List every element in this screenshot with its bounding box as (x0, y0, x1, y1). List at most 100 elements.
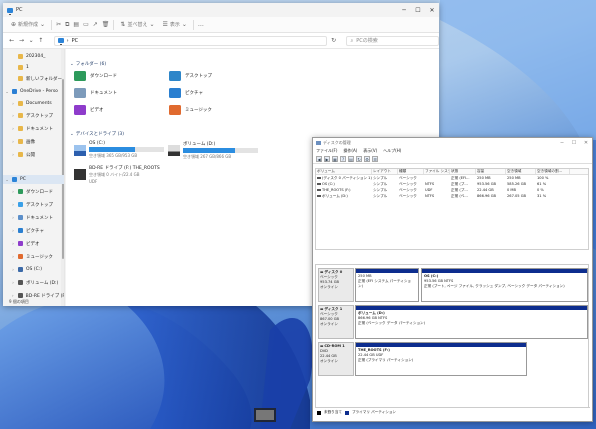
explorer-tab[interactable]: PC (7, 7, 23, 15)
disk-label[interactable]: ▬ ディスク 0 ベーシック 953.74 GB オンライン (318, 268, 354, 302)
folder-item[interactable]: ダウンロード (74, 69, 169, 83)
address-bar[interactable]: › PC (53, 35, 327, 46)
maximize-button[interactable]: ☐ (568, 140, 580, 146)
sidebar-item[interactable]: › ドキュメント (3, 124, 64, 133)
folder-item[interactable]: ミュージック (169, 103, 264, 117)
recent-chevron-icon[interactable]: ⌄ (28, 37, 34, 44)
folder-item[interactable]: デスクトップ (169, 69, 264, 83)
sidebar-item[interactable]: ⌄ PC (3, 175, 64, 184)
folder-item[interactable]: ドキュメント (74, 86, 169, 100)
column-header[interactable]: 種類 (398, 169, 424, 174)
chevron-right-icon[interactable]: › (11, 126, 15, 131)
minimize-button[interactable]: ─ (556, 140, 568, 146)
sidebar-item[interactable]: › デスクトップ (3, 111, 64, 120)
chevron-right-icon[interactable]: › (11, 139, 15, 144)
drives-section-header[interactable]: ⌄ デバイスとドライブ (3) (70, 131, 124, 138)
disk-row[interactable]: ▬ ディスク 0 ベーシック 953.74 GB オンライン 250 MB 正常 (EFI … (318, 268, 588, 302)
sidebar-item[interactable]: › 公開 (3, 150, 64, 159)
sidebar-item[interactable]: › OS (C:) (3, 265, 64, 274)
chevron-down-icon[interactable]: ⌄ (5, 177, 9, 182)
new-button[interactable]: ⊕ 新規作成 ⌄ (9, 19, 47, 30)
maximize-button[interactable]: ☐ (411, 3, 425, 17)
chevron-right-icon[interactable]: › (11, 280, 15, 285)
sidebar-item-label: デスクトップ (26, 113, 53, 119)
folder-item[interactable]: ピクチャ (169, 86, 264, 100)
close-button[interactable]: ✕ (425, 3, 439, 17)
column-header[interactable]: ボリューム (316, 169, 372, 174)
column-header[interactable]: ファイル システム (424, 169, 450, 174)
up-arrow-icon[interactable]: ↑ (38, 37, 44, 44)
sidebar-item[interactable]: 1 (3, 63, 64, 72)
search-input[interactable]: ⌕ PCの検索 (346, 35, 439, 46)
chevron-right-icon[interactable]: › (11, 254, 15, 259)
column-header[interactable]: 状態 (450, 169, 476, 174)
chevron-right-icon[interactable]: › (11, 113, 15, 118)
list-view-icon[interactable]: ☰ (372, 156, 378, 162)
sidebar-item[interactable]: › ダウンロード (3, 187, 64, 196)
partition[interactable]: THE_ROOTS (F:) 22.44 GB UDF 正常 (プライマリ パーティ… (355, 342, 527, 376)
partition[interactable]: OS (C:) 953.56 GB NTFS 正常 (ブート, ページ ファイル, … (421, 268, 588, 302)
paste-icon[interactable]: ▤ (73, 21, 79, 28)
sidebar-item[interactable]: › ビデオ (3, 239, 64, 248)
forward-arrow-icon[interactable]: ▶ (324, 156, 330, 162)
properties-icon[interactable]: ▤ (348, 156, 354, 162)
chevron-right-icon[interactable]: › (11, 189, 15, 194)
chevron-right-icon[interactable]: › (11, 202, 15, 207)
menu-item[interactable]: 表示(V) (363, 148, 377, 154)
chevron-right-icon[interactable]: › (11, 267, 15, 272)
sort-button[interactable]: ⇅ 並べ替え ⌄ (118, 19, 156, 30)
close-button[interactable]: ✕ (580, 140, 592, 146)
sidebar-item[interactable]: › ミュージック (3, 252, 64, 261)
refresh-icon[interactable]: ↻ (356, 156, 362, 162)
chevron-right-icon[interactable]: › (11, 228, 15, 233)
column-header[interactable]: 空き領域の割... (536, 169, 570, 174)
menu-item[interactable]: ファイル(F) (316, 148, 337, 154)
sidebar-item[interactable]: › ドキュメント (3, 213, 64, 222)
disk-row[interactable]: ▬ CD-ROM 1 DVD 22.44 GB オンライン THE_ROOTS (F:) 2… (318, 342, 588, 376)
menu-item[interactable]: ヘルプ(H) (383, 148, 401, 154)
copy-icon[interactable]: ⧉ (65, 21, 69, 29)
view-button[interactable]: ☰ 表示 ⌄ (160, 19, 188, 30)
chevron-right-icon[interactable]: › (11, 101, 15, 106)
new-icon: ⊕ (11, 21, 17, 28)
column-header[interactable]: 空き領域 (506, 169, 536, 174)
menu-item[interactable]: 操作(A) (343, 148, 357, 154)
chevron-right-icon[interactable]: › (11, 152, 15, 157)
partition[interactable]: 250 MB 正常 (EFI システム パーティション) (355, 268, 419, 302)
disk-row[interactable]: ▬ ディスク 1 ベーシック 867.00 GB オンライン ボリューム (D:) 866.… (318, 305, 588, 339)
refresh-icon[interactable]: ↻ (331, 37, 337, 44)
folders-section-header[interactable]: ⌄ フォルダー (6) (70, 61, 106, 68)
drive-item[interactable]: BD-RE ドライブ (F:) THE_ROOTS 空き領域 0 バイト/22.4… (74, 165, 256, 187)
folder-item[interactable]: ビデオ (74, 103, 169, 117)
sidebar-item[interactable]: › ボリューム (D:) (3, 278, 64, 287)
share-icon[interactable]: ↗ (93, 21, 98, 28)
rename-icon[interactable]: ▭ (83, 21, 89, 28)
table-cell-text: NTFS (425, 182, 435, 186)
disk-label[interactable]: ▬ CD-ROM 1 DVD 22.44 GB オンライン (318, 342, 354, 376)
cut-icon[interactable]: ✂ (56, 21, 61, 28)
sidebar-item[interactable]: › デスクトップ (3, 200, 64, 209)
sidebar-item[interactable]: › ピクチャ (3, 226, 64, 235)
chevron-down-icon[interactable]: ⌄ (5, 89, 9, 94)
forward-arrow-icon[interactable]: → (19, 37, 25, 44)
column-header[interactable]: 容量 (476, 169, 506, 174)
delete-icon[interactable]: 🗑 (102, 21, 110, 28)
disk-label[interactable]: ▬ ディスク 1 ベーシック 867.00 GB オンライン (318, 305, 354, 339)
settings-icon[interactable]: ⚙ (364, 156, 370, 162)
help-icon[interactable]: ? (340, 156, 346, 162)
sidebar-item[interactable]: › 画像 (3, 137, 64, 146)
show-hide-tree-icon[interactable]: ▦ (332, 156, 338, 162)
sidebar-item[interactable]: 新しいフォルダー (3, 74, 64, 83)
sidebar-item[interactable]: 202304_ (3, 52, 64, 61)
more-icon[interactable]: … (198, 21, 204, 28)
chevron-right-icon[interactable]: › (11, 215, 15, 220)
minimize-button[interactable]: ─ (397, 3, 411, 17)
back-arrow-icon[interactable]: ← (9, 37, 15, 44)
sidebar-item[interactable]: ⌄ OneDrive - Perso (3, 87, 64, 96)
back-arrow-icon[interactable]: ◀ (316, 156, 322, 162)
column-header[interactable]: レイアウト (372, 169, 398, 174)
chevron-right-icon[interactable]: › (11, 241, 15, 246)
partition[interactable]: ボリューム (D:) 866.96 GB NTFS 正常 (ベーシック データ パー… (355, 305, 588, 339)
table-row[interactable]: ボリューム (D:) シンプル ベーシック NTFS 正常 (ベ... 866.96 GB… (316, 193, 588, 199)
sidebar-item[interactable]: › Documents (3, 99, 64, 108)
